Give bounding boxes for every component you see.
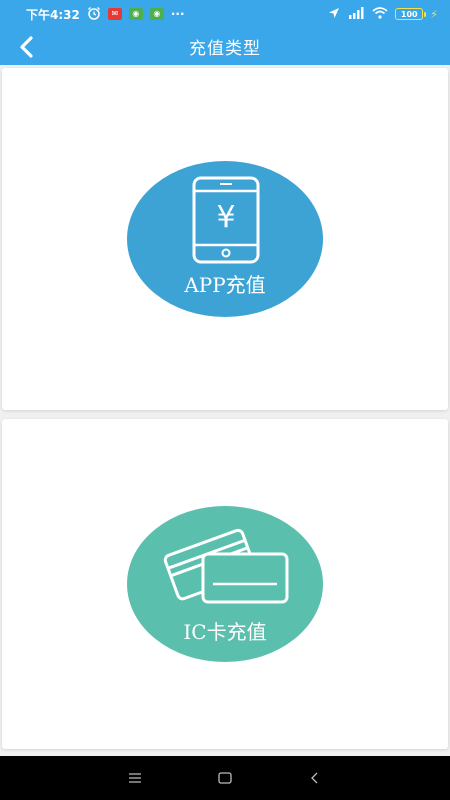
system-nav-bar xyxy=(0,756,450,800)
system-back-button[interactable] xyxy=(300,763,330,793)
wifi-icon xyxy=(372,6,388,22)
status-time: 下午4:32 xyxy=(26,7,80,22)
ic-card-recharge-option[interactable]: IC卡充值 xyxy=(2,419,448,749)
mail-notification-icon: ✉ xyxy=(107,8,122,20)
header: 充值类型 xyxy=(0,28,450,65)
chevron-left-icon xyxy=(20,36,33,58)
app-recharge-label: APP充值 xyxy=(184,273,266,297)
more-notifications-icon: ··· xyxy=(170,7,185,21)
app-recharge-circle: ¥ APP充值 xyxy=(127,161,323,317)
back-triangle-icon xyxy=(311,772,318,784)
ic-card-recharge-circle: IC卡充值 xyxy=(127,506,323,662)
status-bar: 下午4:32 ✉ ◉ ◉ ··· 100 ⚡ xyxy=(0,0,450,28)
battery-icon: 100 xyxy=(395,8,427,20)
svg-text:¥: ¥ xyxy=(216,200,235,235)
back-button[interactable] xyxy=(12,32,42,62)
menu-button[interactable] xyxy=(120,763,150,793)
menu-icon xyxy=(129,773,141,783)
wechat-notification-icon: ◉ xyxy=(149,8,164,20)
signal-icon xyxy=(347,6,365,22)
charging-icon: ⚡ xyxy=(430,7,438,21)
ic-card-recharge-label: IC卡充值 xyxy=(183,620,267,644)
app-recharge-option[interactable]: ¥ APP充值 xyxy=(2,68,448,410)
alarm-icon xyxy=(87,6,101,23)
location-icon xyxy=(328,7,340,22)
page-title: 充值类型 xyxy=(189,39,261,59)
home-square-icon xyxy=(218,772,232,784)
home-button[interactable] xyxy=(210,763,240,793)
wechat-notification-icon: ◉ xyxy=(128,8,143,20)
battery-level: 100 xyxy=(400,9,418,19)
